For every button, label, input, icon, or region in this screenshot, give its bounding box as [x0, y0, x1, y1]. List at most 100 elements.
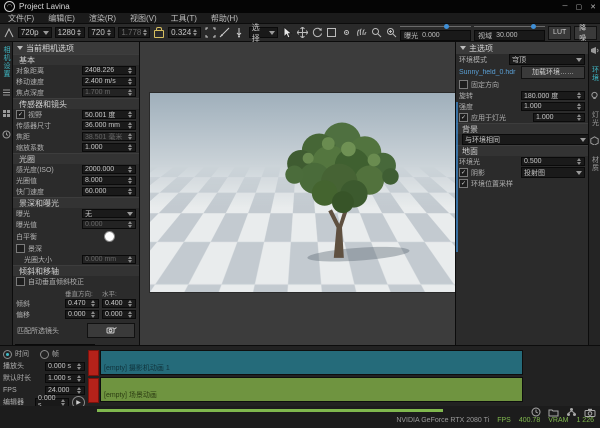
environment-tab[interactable]: 环境: [590, 66, 600, 82]
fit-view-icon[interactable]: [204, 26, 216, 39]
stepper-icon[interactable]: [76, 362, 82, 371]
viewport[interactable]: [140, 42, 455, 345]
background-mode-dropdown[interactable]: 与环境相同: [462, 134, 588, 145]
stepper-icon[interactable]: [576, 157, 582, 166]
resolution-preset-dropdown[interactable]: 720p: [18, 27, 52, 38]
clock-icon[interactable]: [531, 407, 541, 417]
shadows-checkbox[interactable]: [459, 168, 468, 177]
menu-help[interactable]: 帮助(H): [211, 13, 238, 24]
select-tool-icon[interactable]: [281, 26, 293, 39]
network-icon[interactable]: [566, 407, 577, 417]
maximize-button[interactable]: ▢: [576, 3, 583, 11]
stepper-icon[interactable]: [127, 110, 133, 119]
snap-angle-icon[interactable]: [3, 26, 15, 39]
number-field[interactable]: 50.001 度: [82, 110, 136, 119]
snapshot-camera-icon[interactable]: [584, 408, 596, 417]
stepper-icon[interactable]: [127, 77, 133, 86]
materials-icon[interactable]: [590, 136, 599, 147]
grab-camera-icon[interactable]: [356, 26, 368, 39]
grid-panel-icon[interactable]: [2, 109, 11, 120]
stepper-icon[interactable]: [127, 176, 133, 185]
stepper-icon[interactable]: [576, 102, 582, 111]
number-field[interactable]: 24.000: [45, 386, 85, 395]
exposure-slider[interactable]: [400, 24, 471, 29]
folder-icon[interactable]: [548, 408, 559, 417]
render-image[interactable]: [150, 93, 456, 292]
number-field[interactable]: 0.000: [65, 310, 99, 319]
materials-tab[interactable]: 材质: [590, 156, 600, 172]
render-elements-icon[interactable]: [590, 46, 599, 57]
menu-render[interactable]: 渲染(R): [89, 13, 116, 24]
auto-tilt-checkbox[interactable]: [16, 277, 25, 286]
minimize-button[interactable]: ─: [563, 3, 568, 11]
lut-button[interactable]: LUT: [548, 26, 571, 40]
number-field[interactable]: 2408.226: [82, 66, 136, 75]
stepper-icon[interactable]: [76, 28, 82, 37]
number-field[interactable]: 1.000: [521, 102, 585, 111]
pin-cursor-icon[interactable]: [234, 26, 246, 39]
stepper-icon[interactable]: [90, 299, 96, 308]
environment-mode-dropdown[interactable]: 穹顶: [509, 54, 585, 65]
close-button[interactable]: ✕: [590, 3, 596, 11]
stepper-icon[interactable]: [76, 386, 82, 395]
exposure-field[interactable]: 曝光0.000: [400, 30, 471, 41]
viewport-zoom-field[interactable]: 0.324: [168, 27, 201, 38]
stepper-icon[interactable]: [127, 187, 133, 196]
load-environment-button[interactable]: 加载环境……: [521, 66, 585, 79]
number-field[interactable]: 36.000 mm: [82, 121, 136, 130]
use-for-lights-checkbox[interactable]: [459, 113, 468, 122]
number-field[interactable]: 60.000: [82, 187, 136, 196]
panel-header[interactable]: 当前相机选项: [13, 42, 139, 54]
fixed-orientation-checkbox[interactable]: [459, 80, 468, 89]
stepper-icon[interactable]: [76, 374, 82, 383]
fov-checkbox[interactable]: [16, 110, 25, 119]
panel-header[interactable]: 主选项: [456, 42, 588, 54]
exposure-mode-dropdown[interactable]: 无: [82, 209, 136, 218]
stepper-icon[interactable]: [576, 113, 582, 122]
scene-list-icon[interactable]: [2, 88, 11, 99]
stepper-icon[interactable]: [192, 28, 198, 37]
title-bar[interactable]: ◠ Project Lavina ─ ▢ ✕: [0, 0, 600, 13]
camera-animation-track[interactable]: [empty] 摄影机动画 1: [100, 350, 523, 375]
frame-radio[interactable]: [40, 350, 49, 359]
zoom-options-icon[interactable]: [385, 26, 397, 39]
history-clock-icon[interactable]: [2, 130, 11, 141]
zoom-in-icon[interactable]: [370, 26, 382, 39]
number-field[interactable]: 1.000: [82, 143, 136, 152]
number-field[interactable]: 0.470: [65, 299, 99, 308]
dof-checkbox[interactable]: [16, 244, 25, 253]
environment-file-link[interactable]: Sunny_field_0.hdr: [459, 69, 518, 76]
menu-file[interactable]: 文件(F): [8, 13, 34, 24]
importance-sampling-checkbox[interactable]: [459, 179, 468, 188]
rotate-tool-icon[interactable]: [311, 26, 323, 39]
number-field[interactable]: 1.000: [533, 113, 585, 122]
stepper-icon[interactable]: [127, 143, 133, 152]
stepper-icon[interactable]: [576, 91, 582, 100]
number-field[interactable]: 0.500: [521, 157, 585, 166]
playhead-marker[interactable]: [88, 350, 99, 403]
draw-region-icon[interactable]: [219, 26, 231, 39]
number-field[interactable]: 0.000 s: [45, 362, 85, 371]
camera-settings-tab[interactable]: 相机设置: [1, 46, 11, 78]
fov-slider[interactable]: [474, 24, 545, 29]
number-field[interactable]: 0.400: [102, 299, 136, 308]
denoise-button[interactable]: 降噪: [574, 26, 597, 40]
scale-tool-icon[interactable]: [326, 26, 338, 39]
menu-edit[interactable]: 编辑(E): [48, 13, 75, 24]
fov-field[interactable]: 视域30.000: [474, 30, 545, 41]
scroll-indicator[interactable]: [456, 102, 458, 252]
number-field[interactable]: 2000.000: [82, 165, 136, 174]
lights-icon[interactable]: [590, 91, 599, 102]
menu-tools[interactable]: 工具(T): [171, 13, 197, 24]
number-field[interactable]: 1.000 s: [45, 374, 85, 383]
stepper-icon[interactable]: [106, 28, 112, 37]
lock-aspect-icon[interactable]: [153, 26, 165, 39]
number-field[interactable]: 2.400 m/s: [82, 77, 136, 86]
match-lens-button[interactable]: [87, 323, 135, 338]
shadow-mode-dropdown[interactable]: 投射图: [521, 167, 585, 178]
number-field[interactable]: 0.000: [102, 310, 136, 319]
stepper-icon[interactable]: [90, 310, 96, 319]
stepper-icon[interactable]: [127, 66, 133, 75]
selection-mode-dropdown[interactable]: 选择: [249, 27, 279, 38]
time-radio[interactable]: [3, 350, 12, 359]
